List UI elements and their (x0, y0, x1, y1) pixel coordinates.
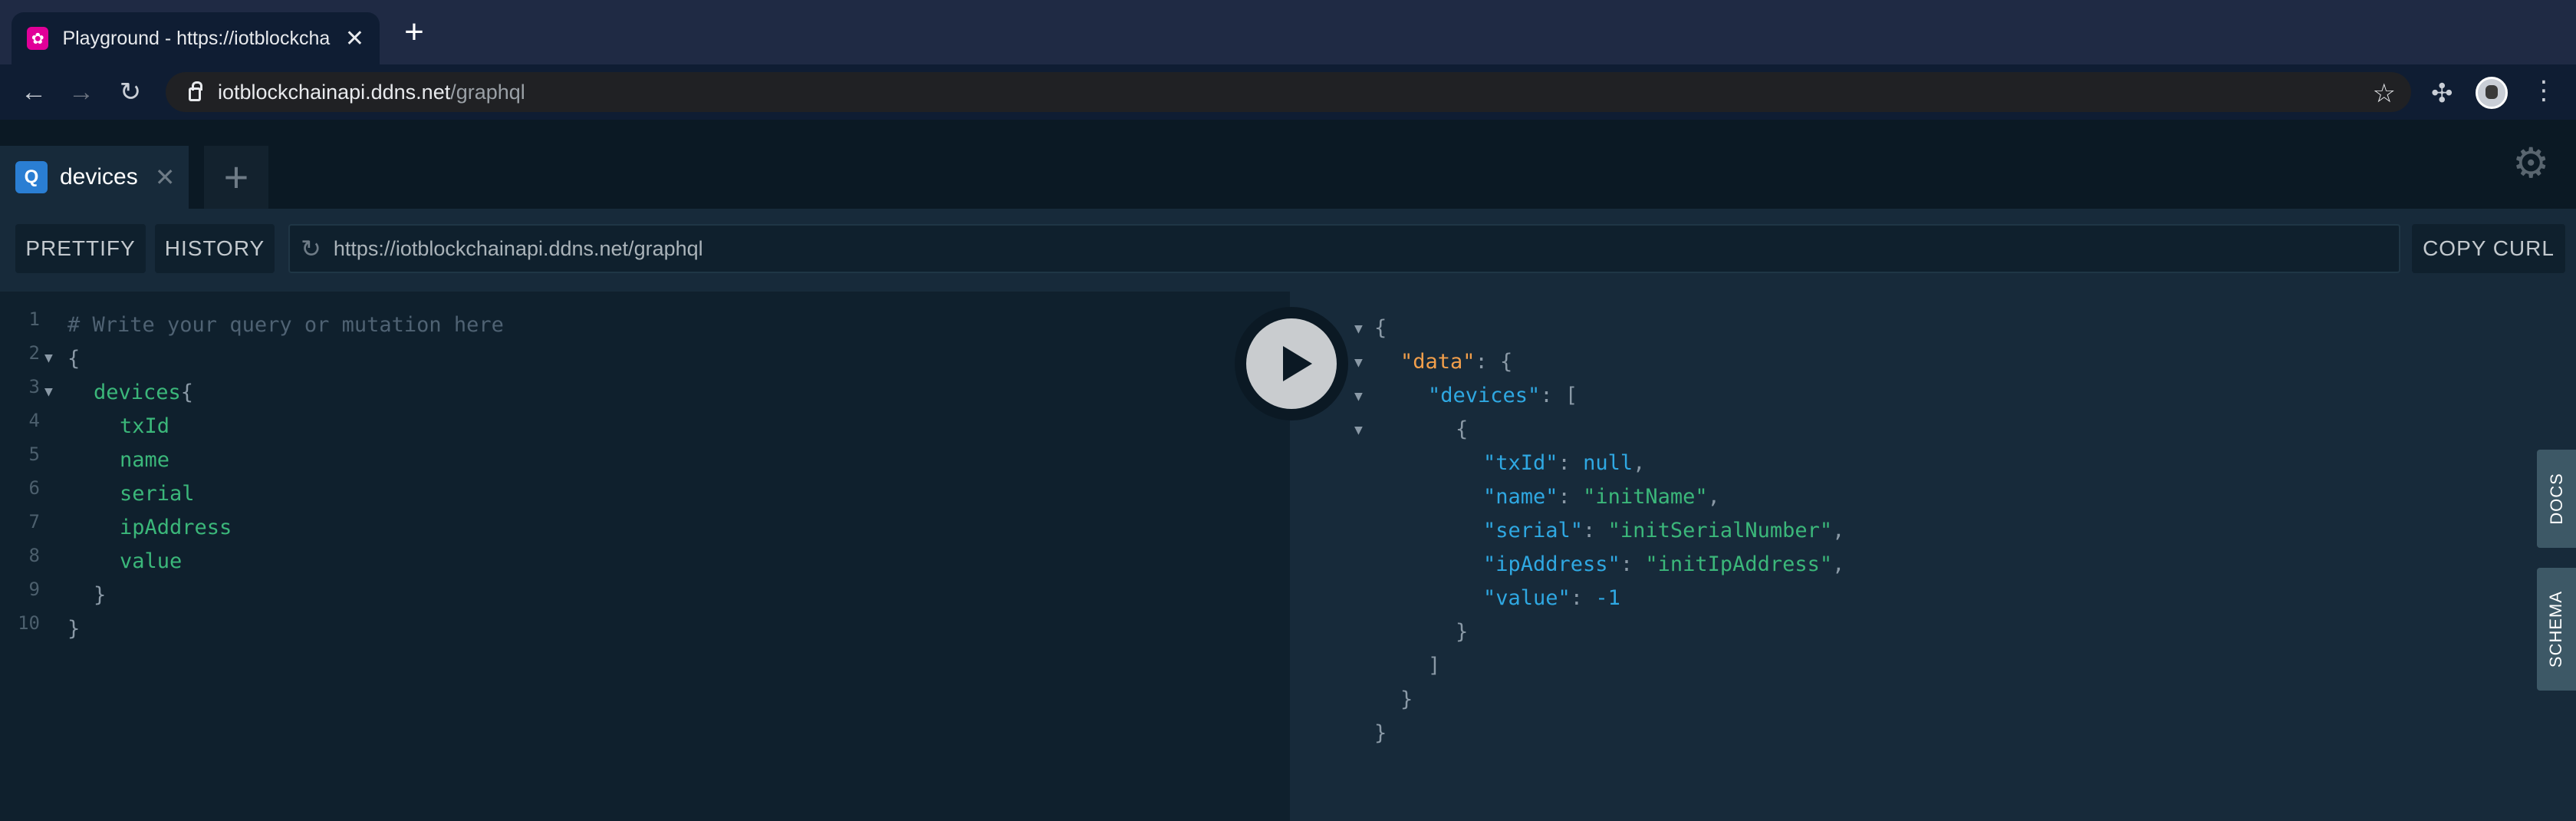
results-pane: ▼ ▼ ▼ ▼ { "data": { "devices": [ { "txId… (1290, 292, 2576, 821)
code-field: txId (120, 414, 170, 438)
run-query-button[interactable] (1235, 307, 1348, 420)
code-field: ipAddress (120, 516, 232, 539)
address-bar[interactable]: iotblockchainapi.ddns.net/graphql ☆ (166, 72, 2411, 112)
query-badge: Q (15, 161, 48, 193)
json-key: "serial" (1483, 519, 1584, 542)
json-line: "serial": "initSerialNumber", (1483, 519, 1845, 542)
bookmark-star-icon[interactable]: ☆ (2373, 78, 2396, 109)
forward-arrow-icon[interactable]: → (64, 75, 98, 109)
json-brace: ] (1428, 654, 1441, 678)
fold-arrow-icon[interactable]: ▼ (1354, 422, 1363, 438)
schema-tab-label: SCHEMA (2546, 590, 2566, 668)
json-line: "txId": null, (1483, 451, 1646, 475)
json-key: "devices" (1428, 384, 1541, 407)
graphql-favicon-icon: ✿ (27, 27, 49, 50)
fold-arrow-icon[interactable]: ▼ (44, 350, 53, 366)
line-number: 2 (28, 342, 40, 364)
json-brace: { (1374, 316, 1387, 340)
line-number: 3 (28, 376, 40, 397)
code-brace: { (180, 381, 194, 404)
schema-tab[interactable]: SCHEMA (2537, 568, 2576, 691)
json-line: "devices": [ (1428, 384, 1578, 407)
refresh-schema-icon[interactable]: ↻ (301, 234, 321, 263)
profile-avatar[interactable] (2476, 77, 2508, 109)
play-icon[interactable] (1246, 318, 1337, 409)
line-number: 4 (28, 410, 40, 431)
line-number: 6 (28, 477, 40, 499)
add-tab-button[interactable]: + (204, 146, 268, 209)
code-field: name (120, 448, 170, 472)
json-value: "initName" (1583, 485, 1708, 509)
line-number: 9 (28, 579, 40, 600)
code-line: devices{ (94, 376, 193, 410)
code-comment: # Write your query or mutation here (67, 313, 504, 337)
json-brace: } (1400, 687, 1413, 711)
json-key: "value" (1483, 586, 1571, 610)
json-line: "data": { (1400, 350, 1513, 374)
json-brace: { (1456, 417, 1469, 441)
query-editor[interactable]: 1 2 3 4 5 6 7 8 9 10 ▼ ▼ # Write your qu… (0, 292, 1290, 821)
close-query-tab-icon[interactable]: ✕ (155, 163, 176, 192)
json-key: "txId" (1483, 451, 1558, 475)
json-value: "initSerialNumber" (1607, 519, 1833, 542)
url-host: iotblockchainapi.ddns.net (218, 80, 451, 104)
back-arrow-icon[interactable]: ← (17, 75, 51, 109)
prettify-button[interactable]: PRETTIFY (15, 224, 146, 273)
endpoint-url: https://iotblockchainapi.ddns.net/graphq… (333, 236, 703, 260)
code-field: value (120, 549, 183, 573)
json-value: null (1583, 451, 1633, 475)
reload-icon[interactable]: ↻ (114, 75, 147, 109)
fold-arrow-icon[interactable]: ▼ (1354, 388, 1363, 404)
json-key: "data" (1400, 350, 1476, 374)
browser-toolbar: ← → ↻ iotblockchainapi.ddns.net/graphql … (0, 64, 2576, 120)
gear-icon[interactable]: ⚙ (2512, 143, 2549, 184)
browser-tab[interactable]: ✿ Playground - https://iotblockcha ✕ (12, 12, 380, 64)
docs-tab[interactable]: DOCS (2537, 450, 2576, 548)
close-tab-icon[interactable]: ✕ (345, 25, 364, 52)
json-brace: } (1374, 721, 1387, 745)
code-field: devices (94, 381, 181, 404)
extensions-puzzle-icon[interactable]: ✣ (2431, 78, 2453, 109)
line-number: 5 (28, 443, 40, 465)
url-path: /graphql (450, 80, 525, 104)
history-button[interactable]: HISTORY (155, 224, 275, 273)
json-key: "ipAddress" (1483, 552, 1620, 576)
lock-icon[interactable] (189, 81, 202, 101)
line-number: 7 (28, 511, 40, 532)
fold-arrow-icon[interactable]: ▼ (1354, 354, 1363, 371)
fold-arrow-icon[interactable]: ▼ (44, 384, 53, 400)
json-line: "name": "initName", (1483, 485, 1720, 509)
browser-tab-title: Playground - https://iotblockcha (62, 27, 331, 49)
kebab-menu-icon[interactable]: ⋮ (2531, 75, 2557, 106)
docs-tab-label: DOCS (2546, 473, 2566, 525)
code-brace: } (67, 617, 81, 641)
code-brace: { (67, 347, 81, 371)
line-number: 8 (28, 545, 40, 566)
json-brace: } (1456, 620, 1469, 644)
json-line: "ipAddress": "initIpAddress", (1483, 552, 1845, 576)
code-field: serial (120, 482, 195, 506)
line-number: 10 (18, 612, 40, 634)
json-value: -1 (1595, 586, 1620, 610)
query-tab[interactable]: Q devices ✕ (0, 146, 189, 209)
playground-tab-bar: Q devices ✕ + ⚙ (0, 120, 2576, 209)
json-key: "name" (1483, 485, 1558, 509)
endpoint-input[interactable]: ↻ https://iotblockchainapi.ddns.net/grap… (288, 224, 2400, 273)
code-brace: } (94, 583, 107, 607)
query-tab-label: devices (60, 164, 138, 190)
line-number: 1 (28, 308, 40, 330)
new-tab-button[interactable]: + (399, 15, 429, 49)
copy-curl-button[interactable]: COPY CURL (2412, 224, 2565, 273)
json-value: "initIpAddress" (1645, 552, 1833, 576)
json-line: "value": -1 (1483, 586, 1620, 610)
fold-arrow-icon[interactable]: ▼ (1354, 321, 1363, 337)
browser-tabstrip: ✿ Playground - https://iotblockcha ✕ + (0, 0, 2576, 64)
playground-controls: PRETTIFY HISTORY ↻ https://iotblockchain… (0, 209, 2576, 292)
